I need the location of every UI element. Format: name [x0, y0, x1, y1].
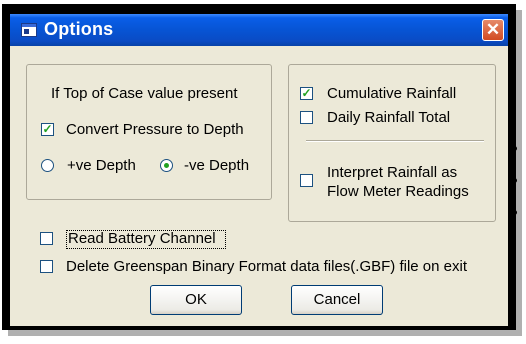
delete-gbf-checkbox[interactable]	[40, 260, 53, 273]
title-bar[interactable]: Options ✕	[10, 14, 508, 46]
cancel-button[interactable]: Cancel	[291, 285, 383, 315]
options-dialog: Options ✕ If Top of Case value present ✓…	[10, 14, 508, 326]
convert-pressure-label[interactable]: Convert Pressure to Depth	[66, 121, 244, 138]
read-battery-label[interactable]: Read Battery Channel	[68, 230, 216, 247]
rainfall-separator	[306, 140, 484, 142]
interpret-rainfall-label-line1[interactable]: Interpret Rainfall as	[327, 164, 457, 181]
daily-rainfall-checkbox[interactable]	[300, 111, 313, 124]
convert-pressure-checkbox[interactable]: ✓	[41, 123, 54, 136]
window-title: Options	[44, 19, 114, 39]
close-icon[interactable]: ✕	[482, 19, 504, 41]
read-battery-checkbox[interactable]	[40, 232, 53, 245]
delete-gbf-label[interactable]: Delete Greenspan Binary Format data file…	[66, 258, 467, 275]
negative-depth-label[interactable]: -ve Depth	[184, 157, 249, 174]
bullet-dot	[512, 146, 517, 151]
positive-depth-radio[interactable]	[41, 159, 54, 172]
daily-rainfall-label[interactable]: Daily Rainfall Total	[327, 109, 450, 126]
top-of-case-heading: If Top of Case value present	[51, 85, 238, 102]
cumulative-rainfall-label[interactable]: Cumulative Rainfall	[327, 85, 456, 102]
positive-depth-label[interactable]: +ve Depth	[67, 157, 136, 174]
ok-button[interactable]: OK	[150, 285, 242, 315]
bullet-dot	[512, 210, 517, 215]
app-icon	[21, 23, 37, 37]
negative-depth-radio[interactable]	[160, 159, 173, 172]
interpret-rainfall-label-line2[interactable]: Flow Meter Readings	[327, 183, 469, 200]
bullet-dot	[512, 178, 517, 183]
interpret-rainfall-checkbox[interactable]	[300, 174, 313, 187]
cumulative-rainfall-checkbox[interactable]: ✓	[300, 87, 313, 100]
